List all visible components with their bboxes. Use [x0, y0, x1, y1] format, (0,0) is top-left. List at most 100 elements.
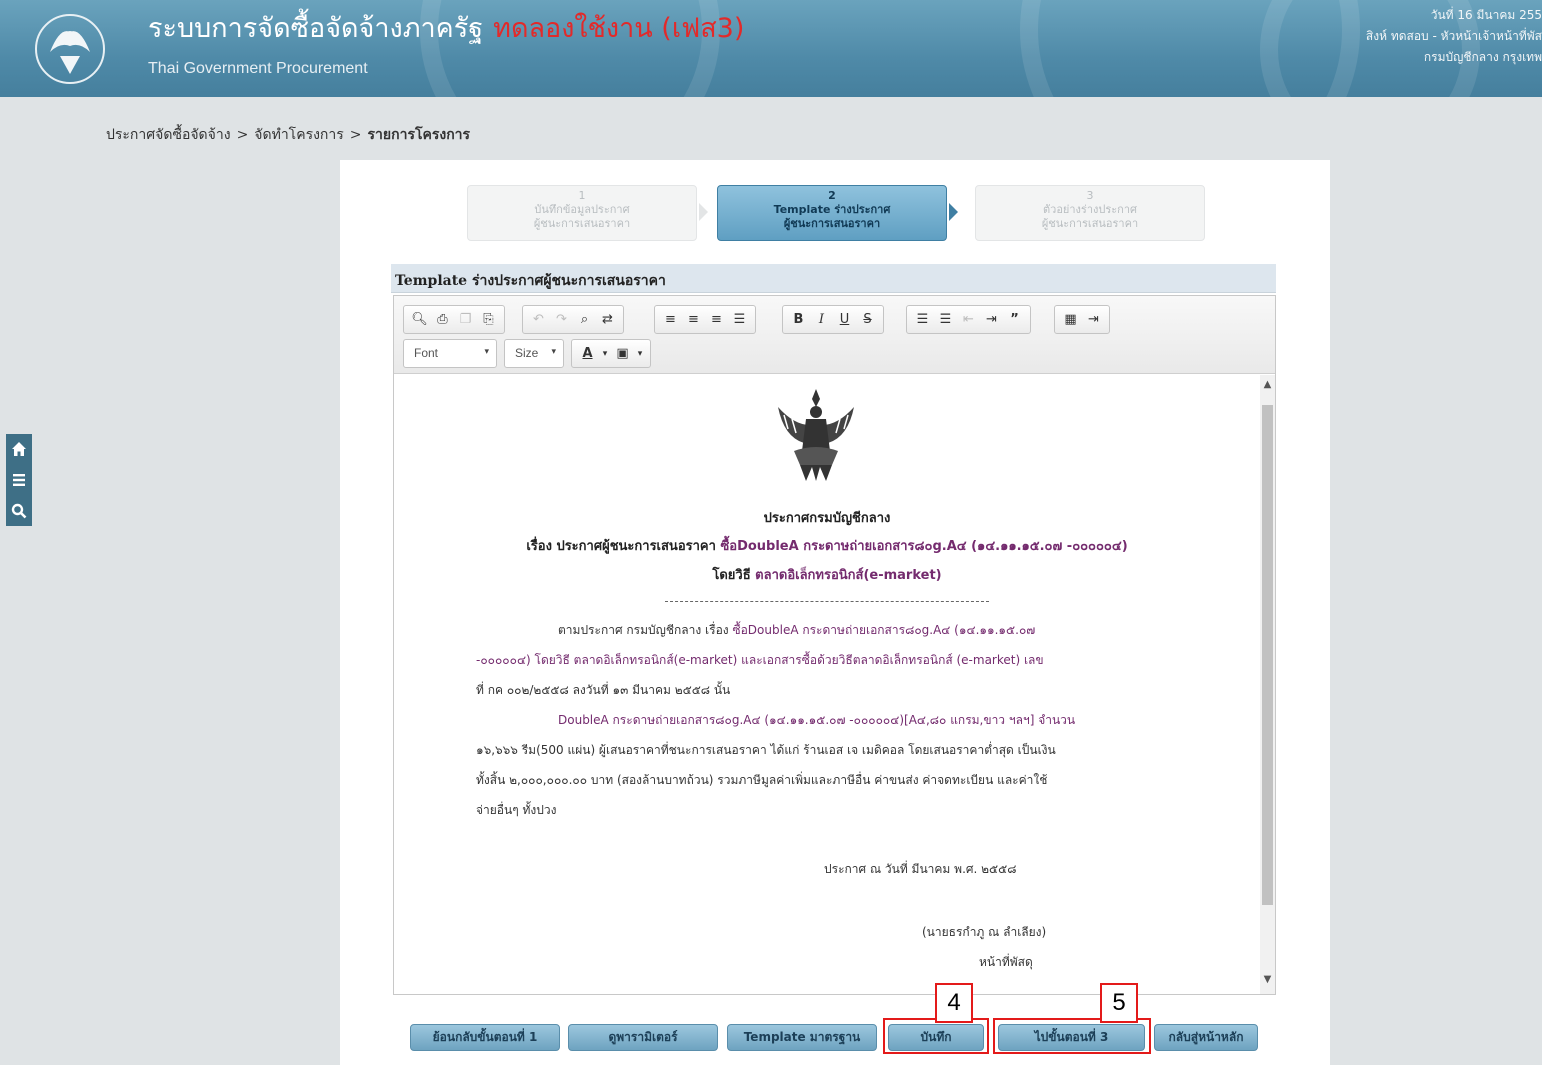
step-number: 1 [578, 189, 586, 202]
paragraph-text: ตามประกาศ กรมบัญชีกลาง เรื่อง [558, 623, 733, 637]
breadcrumb-item-announcement[interactable]: ประกาศจัดซื้อจัดจ้าง [106, 127, 231, 143]
signer-title: หน้าที่พัสดุ [979, 955, 1033, 969]
document-method: โดยวิธี ตลาดอิเล็กทรอนิกส์(e-market) [394, 564, 1260, 585]
document-org: ประกาศกรมบัญชีกลาง [763, 511, 891, 526]
find-icon[interactable]: ⌕ [573, 309, 596, 331]
toolbar-group-document: 🔍︎ ⎙ ❐ ⎘ [403, 305, 505, 334]
scroll-up-icon[interactable]: ▲ [1260, 379, 1275, 395]
blockquote-icon[interactable]: ” [1003, 309, 1026, 331]
user-info: วันที่ 16 มีนาคม 255 สิงห์ ทดสอบ - หัวหน… [1272, 5, 1542, 68]
outdent-icon[interactable]: ⇤ [957, 309, 980, 331]
editor-content[interactable]: ประกาศกรมบัญชีกลาง เรื่อง ประกาศผู้ชนะกา… [394, 375, 1260, 994]
scrollbar-thumb[interactable] [1262, 405, 1273, 905]
chevron-down-icon: ▾ [551, 346, 556, 356]
app-title: ระบบการจัดซื้อจัดจ้างภาครัฐ ทดลองใช้งาน (… [148, 6, 744, 49]
section-title: Template ร่างประกาศผู้ชนะการเสนอราคา [391, 264, 1276, 293]
paste-icon[interactable]: ⎘ [477, 309, 500, 331]
table-icon[interactable]: ▦ [1059, 309, 1082, 331]
document-method-value: ตลาดอิเล็กทรอนิกส์(e-market) [755, 568, 942, 583]
wizard-steps: 1 บันทึกข้อมูลประกาศ ผู้ชนะการเสนอราคา 2… [467, 185, 1207, 241]
size-select-label: Size [515, 346, 539, 360]
rich-text-editor[interactable]: 🔍︎ ⎙ ❐ ⎘ ↶ ↷ ⌕ ⇄ ≡ ≡ ≡ ☰ B I U S ☰ ☰ ⇤ ⇥ [393, 295, 1276, 995]
document-subject-item: ซื้อDoubleA กระดาษถ่ายเอกสาร๘๐g.A๔ (๑๔.๑… [720, 539, 1128, 554]
app-subtitle: Thai Government Procurement [148, 60, 368, 77]
app-title-text: ระบบการจัดซื้อจัดจ้างภาครัฐ [148, 13, 484, 44]
callout-highlight-save [883, 1018, 989, 1054]
breadcrumb-separator: > [236, 127, 249, 143]
paragraph-2: DoubleA กระดาษถ่ายเอกสาร๘๐g.A๔ (๑๔.๑๑.๑๕… [476, 705, 1176, 825]
search-icon[interactable] [11, 503, 27, 519]
toolbar-group-insert: ▦ ⇥ [1054, 305, 1110, 334]
document-subject-label: เรื่อง ประกาศผู้ชนะการเสนอราคา [526, 539, 716, 554]
chevron-down-icon[interactable]: ▾ [634, 343, 646, 365]
toolbar-group-edit: ↶ ↷ ⌕ ⇄ [522, 305, 624, 334]
standard-template-button[interactable]: Template มาตรฐาน [727, 1024, 877, 1051]
strikethrough-icon[interactable]: S [856, 309, 879, 331]
horizontal-rule-icon[interactable]: ⇥ [1082, 309, 1105, 331]
paragraph-line: ทั้งสิ้น ๒,๐๐๐,๐๐๐.๐๐ บาท (สองล้านบาทถ้ว… [476, 773, 1048, 787]
step-2[interactable]: 2 Template ร่างประกาศ ผู้ชนะการเสนอราคา [717, 185, 947, 241]
preview-icon[interactable]: 🔍︎ [408, 309, 431, 331]
align-justify-icon[interactable]: ☰ [728, 309, 751, 331]
bold-icon[interactable]: B [787, 309, 810, 331]
paragraph-1: ตามประกาศ กรมบัญชีกลาง เรื่อง ซื้อDouble… [476, 615, 1176, 705]
toolbar-group-color: A ▾ ▣ ▾ [571, 339, 651, 368]
step-label: Template ร่างประกาศ [773, 203, 891, 216]
editor-scrollbar[interactable]: ▲ ▼ [1260, 375, 1275, 994]
side-toolbar [6, 434, 32, 526]
align-right-icon[interactable]: ≡ [705, 309, 728, 331]
toolbar-group-list: ☰ ☰ ⇤ ⇥ ” [906, 305, 1031, 334]
document-divider [665, 601, 989, 602]
menu-icon[interactable] [11, 472, 27, 488]
size-select[interactable]: Size ▾ [504, 339, 564, 368]
garuda-emblem [778, 389, 854, 481]
background-color-icon[interactable]: ▣ [611, 343, 634, 365]
paragraph-line: ตามประกาศ กรมบัญชีกลาง เรื่อง ซื้อDouble… [476, 615, 1176, 645]
step-number: 3 [1086, 189, 1094, 202]
italic-icon[interactable]: I [810, 309, 833, 331]
app-header: ระบบการจัดซื้อจัดจ้างภาครัฐ ทดลองใช้งาน (… [0, 0, 1542, 97]
callout-highlight-step3 [993, 1018, 1151, 1054]
chevron-down-icon[interactable]: ▾ [599, 343, 611, 365]
signer-name: (นายธรกำภู ณ ลำเลียง) [922, 925, 1047, 939]
align-center-icon[interactable]: ≡ [682, 309, 705, 331]
step-arrow-icon [949, 203, 958, 221]
step-3[interactable]: 3 ตัวอย่างร่างประกาศ ผู้ชนะการเสนอราคา [975, 185, 1205, 241]
back-step1-button[interactable]: ย้อนกลับขั้นตอนที่ 1 [410, 1024, 560, 1051]
breadcrumb-item-project[interactable]: จัดทำโครงการ [254, 127, 343, 143]
replace-icon[interactable]: ⇄ [596, 309, 619, 331]
copy-icon[interactable]: ❐ [454, 309, 477, 331]
user-name: สิงห์ ทดสอบ - หัวหน้าเจ้าหน้าที่พัส [1365, 29, 1542, 43]
home-button[interactable]: กลับสู่หน้าหลัก [1154, 1024, 1258, 1051]
home-icon[interactable] [11, 441, 27, 457]
breadcrumb: ประกาศจัดซื้อจัดจ้าง > จัดทำโครงการ > รายการ… [106, 124, 470, 146]
step-arrow-icon [699, 203, 708, 221]
align-left-icon[interactable]: ≡ [659, 309, 682, 331]
step-label: ผู้ชนะการเสนอราคา [783, 217, 881, 230]
view-params-button[interactable]: ดูพารามิเตอร์ [568, 1024, 718, 1051]
step-label: ผู้ชนะการเสนอราคา [533, 217, 631, 230]
paragraph-line: DoubleA กระดาษถ่ายเอกสาร๘๐g.A๔ (๑๔.๑๑.๑๕… [558, 713, 1076, 727]
bullet-list-icon[interactable]: ☰ [934, 309, 957, 331]
step-label: ตัวอย่างร่างประกาศ [1043, 203, 1137, 216]
undo-icon[interactable]: ↶ [527, 309, 550, 331]
font-select[interactable]: Font ▾ [403, 339, 497, 368]
text-color-icon[interactable]: A [576, 343, 599, 365]
scroll-down-icon[interactable]: ▼ [1260, 974, 1275, 990]
indent-icon[interactable]: ⇥ [980, 309, 1003, 331]
document-method-label: โดยวิธี [712, 568, 751, 583]
user-department: กรมบัญชีกลาง กรุงเทพ [1423, 50, 1542, 64]
step-1[interactable]: 1 บันทึกข้อมูลประกาศ ผู้ชนะการเสนอราคา [467, 185, 697, 241]
numbered-list-icon[interactable]: ☰ [911, 309, 934, 331]
paragraph-highlight: ซื้อDoubleA กระดาษถ่ายเอกสาร๘๐g.A๔ (๑๔.๑… [732, 623, 1036, 637]
print-icon[interactable]: ⎙ [431, 309, 454, 331]
announce-date: ประกาศ ณ วันที่ มีนาคม พ.ศ. ๒๕๕๘ [824, 862, 1017, 876]
toolbar-group-format: B I U S [782, 305, 884, 334]
paragraph-line: ๑๖,๖๖๖ รีม(500 แผ่น) ผู้เสนอราคาที่ชนะกา… [476, 743, 1056, 757]
paragraph-line: ที่ กค ๐๐๒/๒๕๕๘ ลงวันที่ ๑๓ มีนาคม ๒๕๕๘ … [476, 683, 731, 697]
underline-icon[interactable]: U [833, 309, 856, 331]
callout-number: 5 [1100, 983, 1138, 1023]
breadcrumb-item-current: รายการโครงการ [367, 127, 471, 143]
step-label: บันทึกข้อมูลประกาศ [534, 203, 630, 216]
redo-icon[interactable]: ↷ [550, 309, 573, 331]
